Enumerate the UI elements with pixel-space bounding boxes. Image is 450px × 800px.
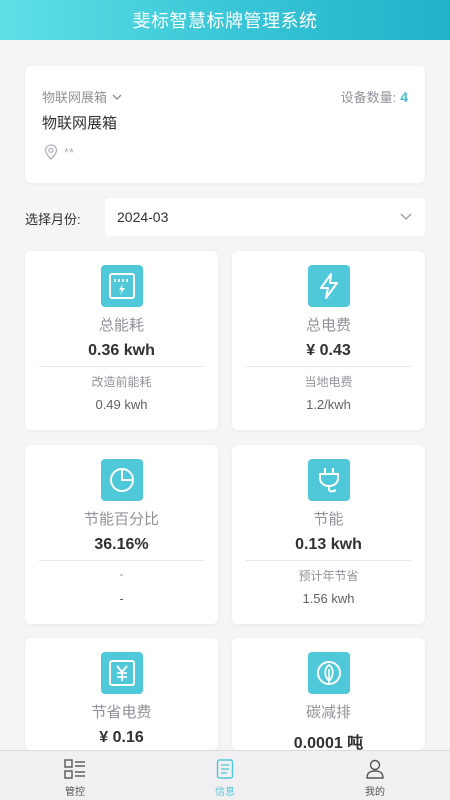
stat-sub-value: - bbox=[119, 591, 124, 606]
stat-value: ¥ 0.16 bbox=[99, 729, 144, 746]
chevron-down-icon bbox=[112, 93, 122, 100]
app-header: 斐标智慧标牌管理系统 bbox=[0, 0, 450, 40]
app-title: 斐标智慧标牌管理系统 bbox=[132, 11, 318, 31]
tab-mine[interactable]: 我的 bbox=[300, 751, 450, 800]
stat-title: 碳减排 bbox=[305, 704, 351, 721]
stat-sub-value: 1.2/kwh bbox=[306, 397, 351, 412]
plug-icon bbox=[308, 459, 350, 501]
device-location: ** bbox=[44, 144, 74, 160]
yen-icon bbox=[101, 652, 143, 694]
chevron-down-icon bbox=[400, 213, 412, 221]
tab-mine-label: 我的 bbox=[365, 787, 385, 798]
tab-control-label: 管控 bbox=[65, 787, 85, 798]
device-count-label: 设备数量: bbox=[340, 90, 397, 105]
device-type-label: 物联网展箱 bbox=[42, 90, 108, 105]
divider bbox=[246, 366, 411, 367]
device-count: 设备数量: 4 bbox=[341, 87, 408, 106]
stat-title: 节能 bbox=[313, 511, 344, 528]
device-card: 物联网展箱 设备数量: 4 物联网展箱 ** bbox=[25, 66, 425, 183]
stat-card-total-fee: 总电费 ¥ 0.43 当地电费 1.2/kwh bbox=[232, 251, 425, 430]
stat-title: 总电费 bbox=[305, 317, 351, 334]
stat-sub-value: 0.49 kwh bbox=[95, 397, 148, 412]
device-type-dropdown[interactable]: 物联网展箱 bbox=[42, 87, 123, 106]
stat-sub-label: - bbox=[119, 567, 124, 581]
stat-value: 0.13 kwh bbox=[295, 536, 362, 553]
stat-title: 节能百分比 bbox=[83, 511, 159, 528]
stat-title: 节省电费 bbox=[91, 704, 152, 721]
month-select[interactable]: 2024-03 bbox=[105, 198, 425, 236]
document-icon bbox=[216, 759, 234, 779]
stat-sub-label: 改造前能耗 bbox=[91, 375, 152, 389]
stat-card-saving-percent: 节能百分比 36.16% - - bbox=[25, 445, 218, 624]
stat-card-total-energy: 总能耗 0.36 kwh 改造前能耗 0.49 kwh bbox=[25, 251, 218, 430]
stat-value: ¥ 0.43 bbox=[306, 342, 351, 359]
tab-info[interactable]: 信息 bbox=[150, 751, 300, 800]
meter-icon bbox=[101, 265, 143, 307]
stat-title: 总能耗 bbox=[98, 317, 144, 334]
leaf-icon bbox=[308, 652, 350, 694]
lightning-icon bbox=[308, 265, 350, 307]
stat-value: 0.36 kwh bbox=[88, 342, 155, 359]
stat-sub-value: 1.56 kwh bbox=[302, 591, 355, 606]
pie-chart-icon bbox=[101, 459, 143, 501]
tab-info-label: 信息 bbox=[215, 787, 235, 798]
bottom-tab-bar: 管控 信息 我的 bbox=[0, 750, 450, 800]
stat-sub-label: 预计年节省 bbox=[298, 569, 359, 583]
stat-card-energy-saved: 节能 0.13 kwh 预计年节省 1.56 kwh bbox=[232, 445, 425, 624]
divider bbox=[39, 366, 204, 367]
location-text: ** bbox=[64, 144, 75, 160]
tab-control[interactable]: 管控 bbox=[0, 751, 150, 800]
month-value: 2024-03 bbox=[117, 209, 169, 225]
location-pin-icon bbox=[44, 144, 58, 160]
stat-card-fee-saved: 节省电费 ¥ 0.16 bbox=[25, 638, 218, 750]
divider bbox=[39, 560, 204, 561]
divider bbox=[246, 560, 411, 561]
stat-sub-label: 当地电费 bbox=[304, 375, 353, 389]
month-label: 选择月份: bbox=[25, 212, 81, 227]
device-name: 物联网展箱 bbox=[42, 115, 118, 132]
device-count-value: 4 bbox=[400, 89, 408, 105]
control-icon bbox=[64, 759, 85, 779]
stat-card-carbon-reduction: 碳减排 0.0001 吨 bbox=[232, 638, 425, 752]
user-icon bbox=[366, 759, 384, 779]
stat-value: 36.16% bbox=[94, 536, 149, 553]
